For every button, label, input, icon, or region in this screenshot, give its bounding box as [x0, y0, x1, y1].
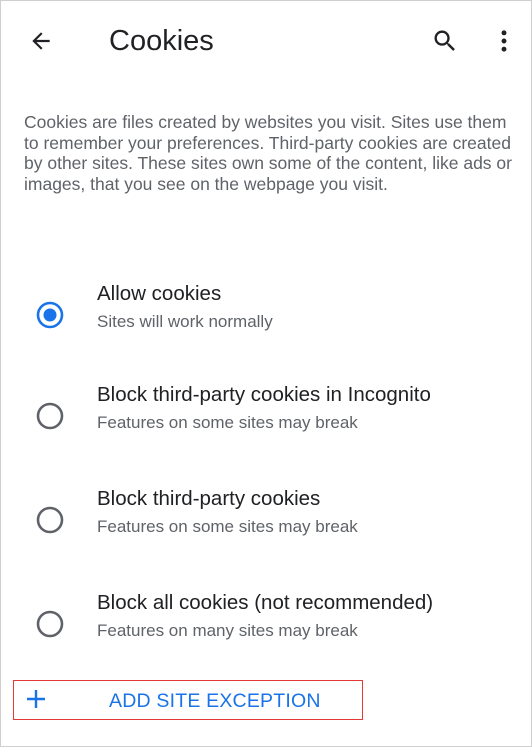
back-button[interactable] [23, 23, 59, 59]
page-title: Cookies [109, 25, 214, 57]
more-vert-icon [501, 30, 507, 52]
cookies-description: Cookies are files created by websites yo… [24, 112, 512, 194]
option-subtitle: Features on some sites may break [97, 413, 358, 432]
radio-button[interactable] [33, 399, 67, 433]
radio-button-selected[interactable] [33, 298, 67, 332]
radio-button[interactable] [33, 607, 67, 641]
option-subtitle: Features on some sites may break [97, 517, 358, 536]
radio-unchecked-icon [36, 402, 64, 430]
cookies-settings-screen: Cookies Cookies are files created by web… [0, 0, 532, 747]
top-app-bar: Cookies [1, 1, 531, 83]
option-subtitle: Features on many sites may break [97, 621, 358, 640]
option-title: Block third-party cookies in Incognito [97, 383, 431, 406]
option-title: Block all cookies (not recommended) [97, 591, 434, 614]
add-site-exception-label: ADD SITE EXCEPTION [109, 690, 321, 712]
arrow-back-icon [32, 32, 50, 50]
option-allow-cookies[interactable]: Allow cookies Sites will work normally [1, 281, 531, 351]
option-block-third-party-incognito[interactable]: Block third-party cookies in Incognito F… [1, 382, 531, 452]
search-button[interactable] [427, 23, 463, 59]
add-site-exception-button[interactable]: ADD SITE EXCEPTION [13, 680, 363, 720]
option-subtitle: Sites will work normally [97, 312, 273, 331]
option-title: Allow cookies [97, 282, 222, 305]
radio-unchecked-icon [36, 506, 64, 534]
option-block-all-cookies[interactable]: Block all cookies (not recommended) Feat… [1, 590, 531, 660]
radio-button[interactable] [33, 503, 67, 537]
radio-checked-icon [36, 301, 64, 329]
option-title: Block third-party cookies [97, 487, 321, 510]
radio-unchecked-icon [36, 610, 64, 638]
search-icon [434, 30, 455, 51]
option-block-third-party[interactable]: Block third-party cookies Features on so… [1, 486, 531, 556]
more-options-button[interactable] [489, 23, 519, 59]
plus-icon [24, 687, 48, 711]
